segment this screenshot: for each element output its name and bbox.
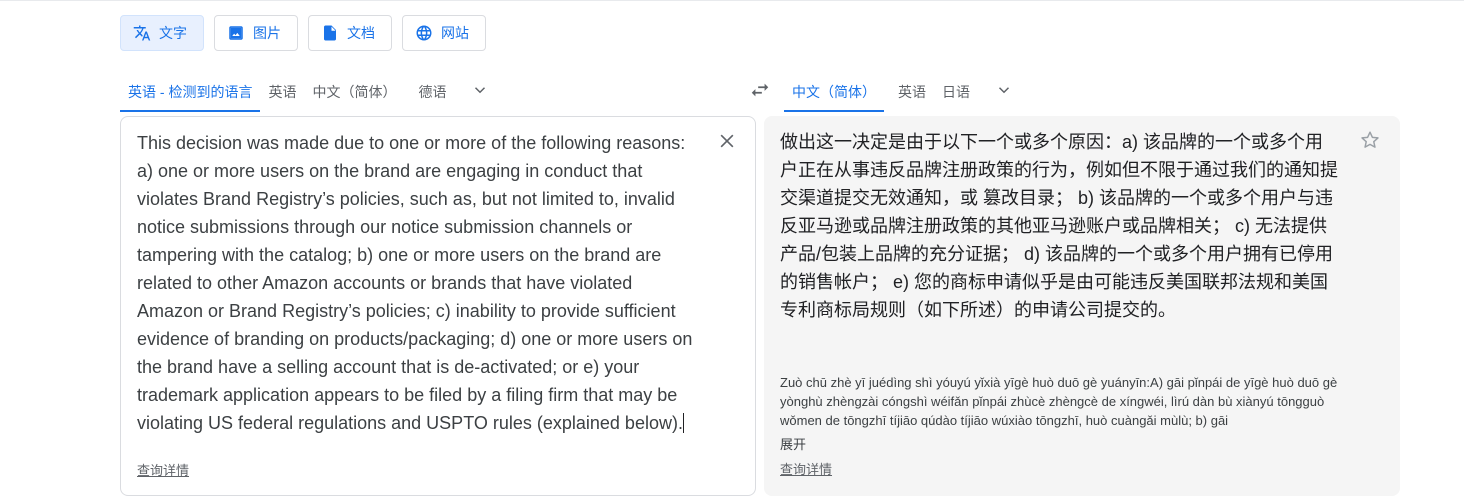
chevron-down-icon: [471, 81, 489, 104]
image-icon: [227, 24, 245, 42]
mode-toolbar: 文字 图片 文档 网站: [120, 15, 486, 51]
close-icon: [717, 131, 737, 156]
clear-source-button[interactable]: [715, 131, 739, 155]
source-text-panel: This decision was made due to one or mor…: [120, 116, 756, 496]
romanization-text: Zuò chū zhè yī juédìng shì yóuyú yǐxià y…: [780, 375, 1338, 428]
mode-text-button[interactable]: 文字: [120, 15, 204, 51]
source-language-dropdown-button[interactable]: [460, 72, 500, 112]
target-lang-chinese-tab[interactable]: 中文（简体）: [784, 72, 884, 112]
mode-document-button[interactable]: 文档: [308, 15, 392, 51]
mode-image-label: 图片: [253, 25, 281, 41]
source-more-details-link[interactable]: 查询详情: [137, 460, 189, 479]
text-caret: [682, 413, 684, 433]
translate-text-icon: [133, 24, 151, 42]
mode-website-label: 网站: [441, 25, 469, 41]
globe-icon: [415, 24, 433, 42]
mode-text-label: 文字: [159, 25, 187, 41]
source-text-content: This decision was made due to one or mor…: [137, 133, 693, 433]
swap-arrows-icon: [749, 79, 771, 106]
swap-languages-button[interactable]: [744, 78, 776, 106]
source-text-input[interactable]: This decision was made due to one or mor…: [137, 129, 697, 437]
top-divider: [0, 0, 1464, 1]
chevron-down-icon: [995, 81, 1013, 104]
source-lang-chinese-tab[interactable]: 中文（简体）: [304, 72, 404, 112]
document-icon: [321, 24, 339, 42]
target-lang-english-tab[interactable]: 英语: [890, 72, 934, 112]
mode-website-button[interactable]: 网站: [402, 15, 486, 51]
source-lang-english-tab[interactable]: 英语: [260, 72, 304, 112]
save-translation-button[interactable]: [1358, 130, 1382, 154]
mode-document-label: 文档: [347, 25, 375, 41]
source-lang-detected-tab[interactable]: 英语 - 检测到的语言: [120, 72, 261, 112]
star-outline-icon: [1359, 129, 1381, 156]
source-lang-german-tab[interactable]: 德语: [410, 72, 454, 112]
target-more-details-link[interactable]: 查询详情: [780, 459, 832, 478]
translation-text: 做出这一决定是由于以下一个或多个原因：a) 该品牌的一个或多个用户正在从事违反品…: [780, 132, 1338, 320]
target-language-bar: 中文（简体） 英语 日语: [784, 72, 1024, 112]
target-lang-japanese-tab[interactable]: 日语: [934, 72, 978, 112]
translation-panel: 做出这一决定是由于以下一个或多个原因：a) 该品牌的一个或多个用户正在从事违反品…: [764, 116, 1400, 496]
target-language-dropdown-button[interactable]: [984, 72, 1024, 112]
mode-image-button[interactable]: 图片: [214, 15, 298, 51]
source-language-bar: 英语 - 检测到的语言 英语 中文（简体） 德语: [120, 72, 500, 112]
expand-romanization-button[interactable]: 展开: [780, 434, 806, 453]
